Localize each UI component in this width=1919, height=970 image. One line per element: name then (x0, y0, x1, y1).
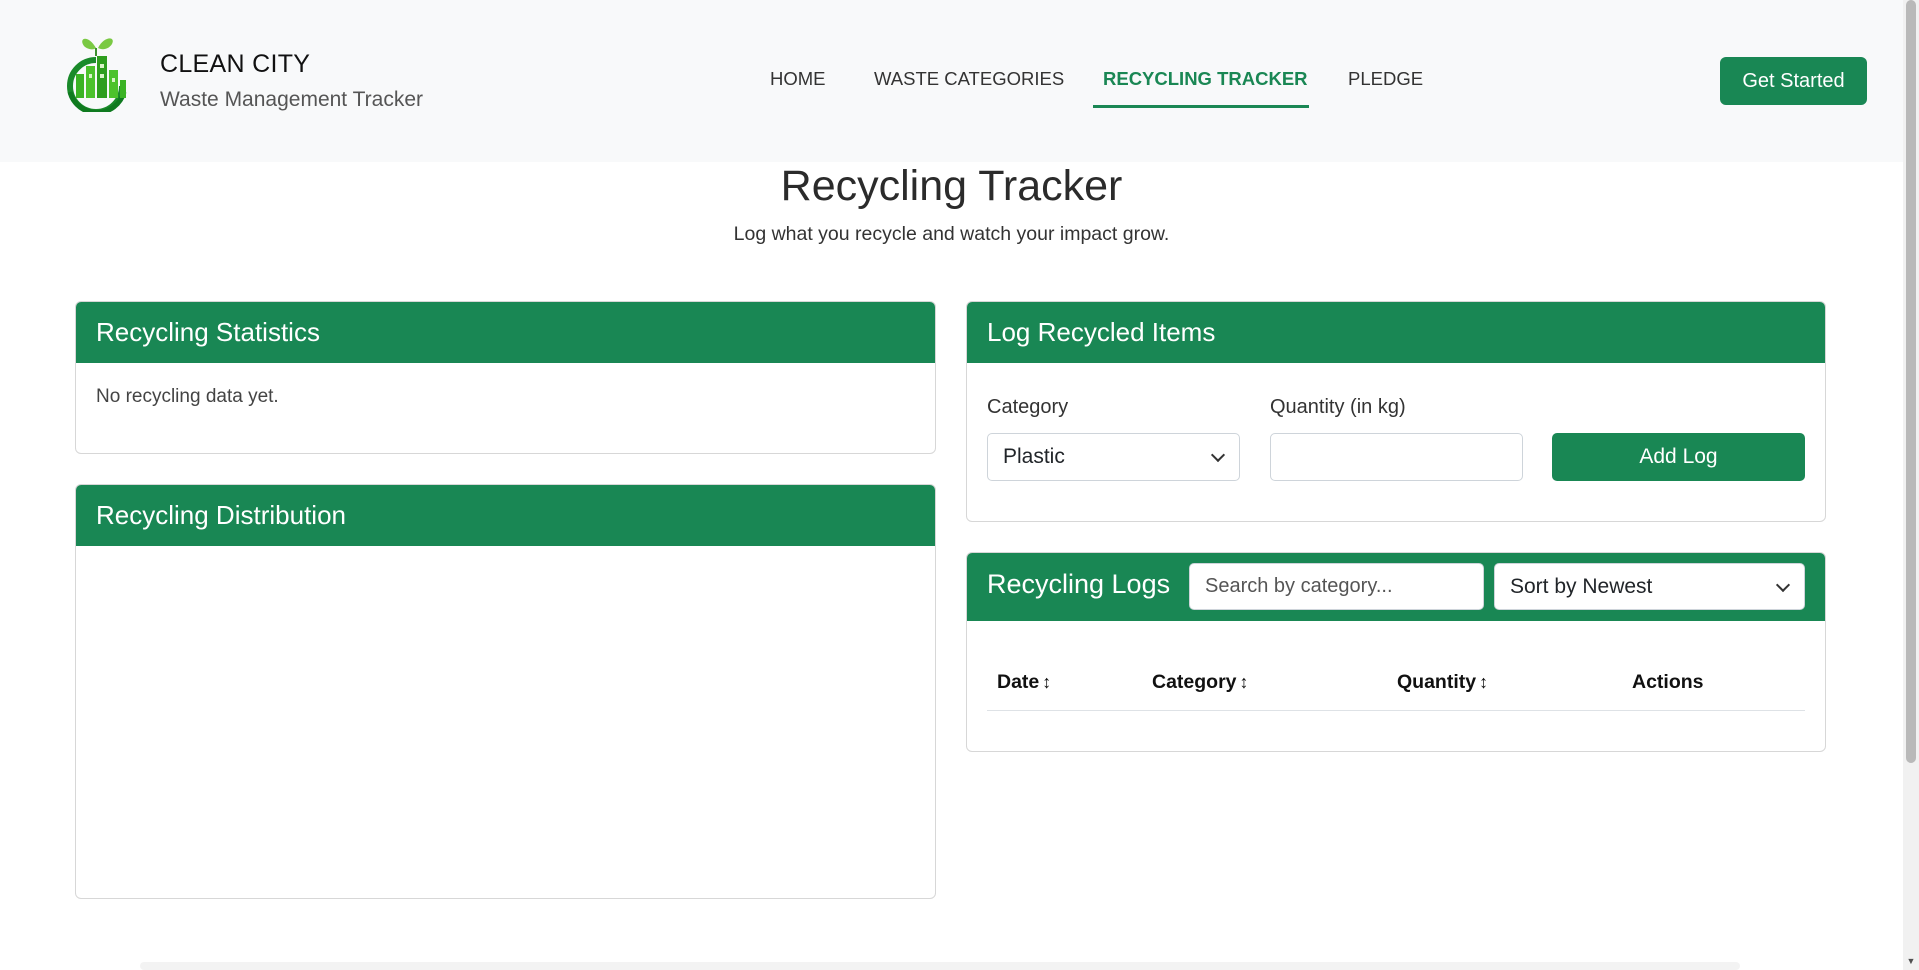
column-label-quantity: Quantity (1397, 671, 1477, 693)
log-form-title: Log Recycled Items (967, 302, 1825, 363)
page-subtitle: Log what you recycle and watch your impa… (733, 223, 1170, 245)
category-select-value: Plastic (1003, 445, 1065, 468)
logs-sort-select[interactable]: Sort by Newest (1494, 563, 1805, 610)
page: CLEAN CITY Waste Management Tracker HOME… (0, 0, 1919, 970)
footer-edge (140, 962, 1740, 970)
brand-name: CLEAN CITY (160, 50, 311, 78)
nav-waste-categories[interactable]: WASTE CATEGORIES (874, 68, 1064, 90)
brand-tagline: Waste Management Tracker (160, 88, 423, 111)
scrollbar-thumb[interactable] (1906, 0, 1916, 763)
active-nav-indicator (1093, 105, 1309, 108)
logs-title: Recycling Logs (987, 569, 1171, 599)
column-label-date: Date (997, 671, 1040, 693)
logs-table-header: Date ↕ Category ↕ Quantity ↕ Actions (987, 671, 1805, 711)
category-select[interactable]: Plastic (987, 433, 1240, 481)
sort-arrows-icon: ↕ (1239, 672, 1249, 692)
sort-arrows-icon: ↕ (1042, 672, 1052, 692)
logs-card: Recycling Logs Sort by Newest Date↕ Cate… (966, 552, 1826, 752)
site-header: CLEAN CITY Waste Management Tracker HOME… (0, 0, 1903, 162)
logs-header: Recycling Logs Sort by Newest (967, 553, 1825, 621)
stats-card: Recycling Statistics No recycling data y… (75, 301, 936, 454)
logo-icon[interactable] (62, 30, 130, 112)
stats-empty-message: No recycling data yet. (96, 386, 279, 407)
column-header-actions: Actions (1632, 671, 1704, 693)
column-label-category: Category (1152, 671, 1237, 693)
quantity-input[interactable] (1270, 433, 1523, 481)
chevron-down-icon (1775, 577, 1791, 592)
stats-card-title: Recycling Statistics (76, 302, 935, 363)
column-header-date[interactable]: Date ↕ (997, 671, 1051, 694)
distribution-card: Recycling Distribution (75, 484, 936, 899)
nav-pledge[interactable]: PLEDGE (1348, 68, 1423, 90)
chevron-down-icon (1210, 447, 1226, 463)
column-header-quantity[interactable]: Quantity ↕ (1397, 671, 1488, 694)
category-label: Category (987, 396, 1069, 418)
page-title: Recycling Tracker (780, 162, 1123, 210)
logs-sort-value: Sort by Newest (1510, 574, 1653, 598)
logs-search-input[interactable] (1189, 563, 1484, 610)
add-log-button[interactable]: Add Log (1552, 433, 1805, 481)
sort-arrows-icon: ↕ (1479, 672, 1489, 692)
log-form-card: Log Recycled Items Category Plastic Quan… (966, 301, 1826, 522)
distribution-card-title: Recycling Distribution (76, 485, 935, 546)
scroll-down-arrow-icon[interactable]: ▼ (1904, 954, 1918, 968)
quantity-label: Quantity (in kg) (1270, 396, 1406, 418)
nav-home[interactable]: HOME (770, 68, 826, 90)
nav-recycling-tracker[interactable]: RECYCLING TRACKER (1103, 68, 1308, 90)
get-started-button[interactable]: Get Started (1720, 57, 1867, 105)
column-header-category[interactable]: Category ↕ (1152, 671, 1249, 694)
distribution-chart-area (76, 546, 935, 586)
